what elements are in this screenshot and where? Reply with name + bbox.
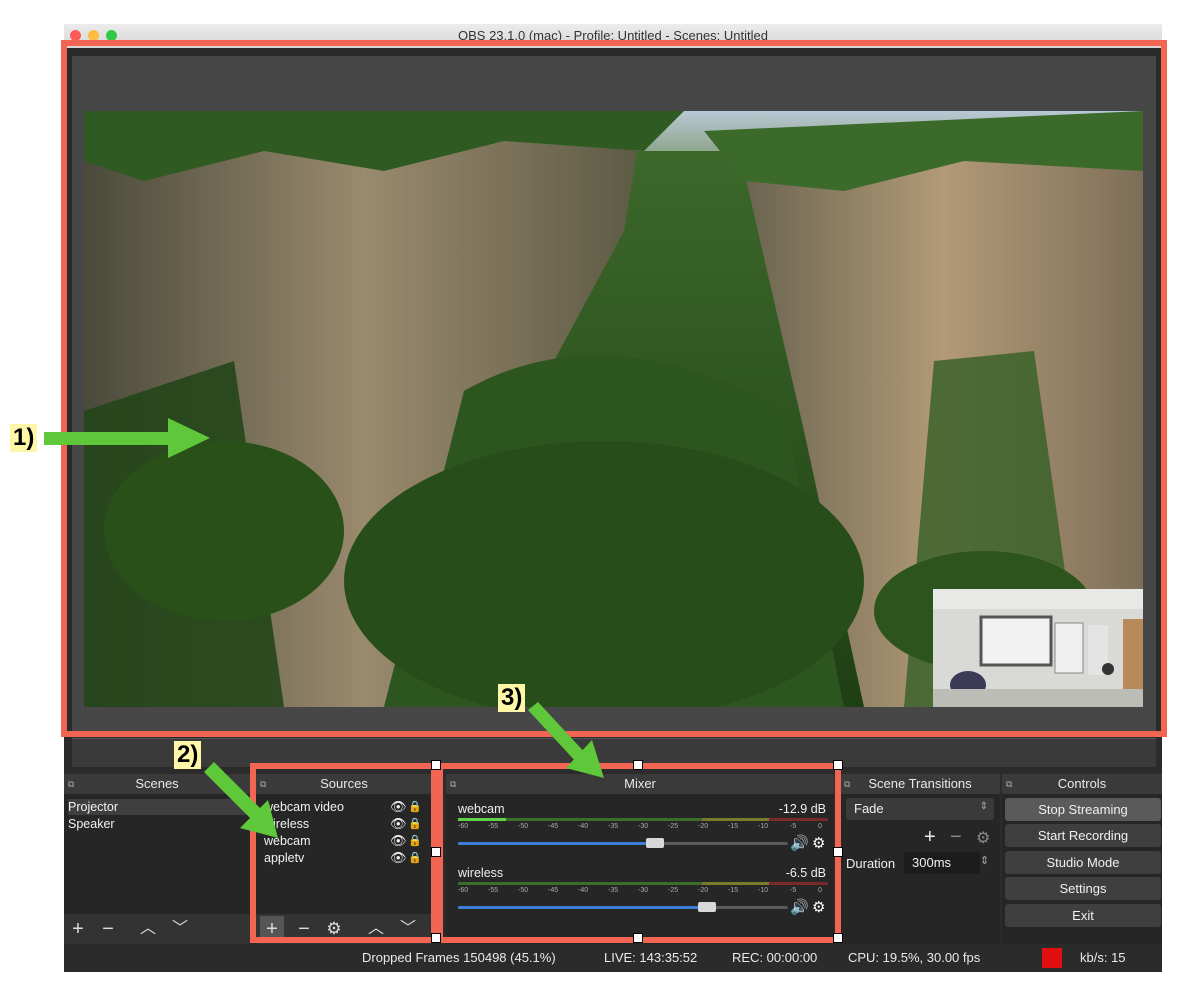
arrow-1-shaft <box>44 432 174 445</box>
arrow-1-head <box>168 418 210 458</box>
annotation-arrows <box>44 418 604 838</box>
annotation-label-1: 1) <box>10 424 38 452</box>
annotation-label-3: 3) <box>498 684 526 712</box>
annotation-label-2: 2) <box>174 741 202 769</box>
